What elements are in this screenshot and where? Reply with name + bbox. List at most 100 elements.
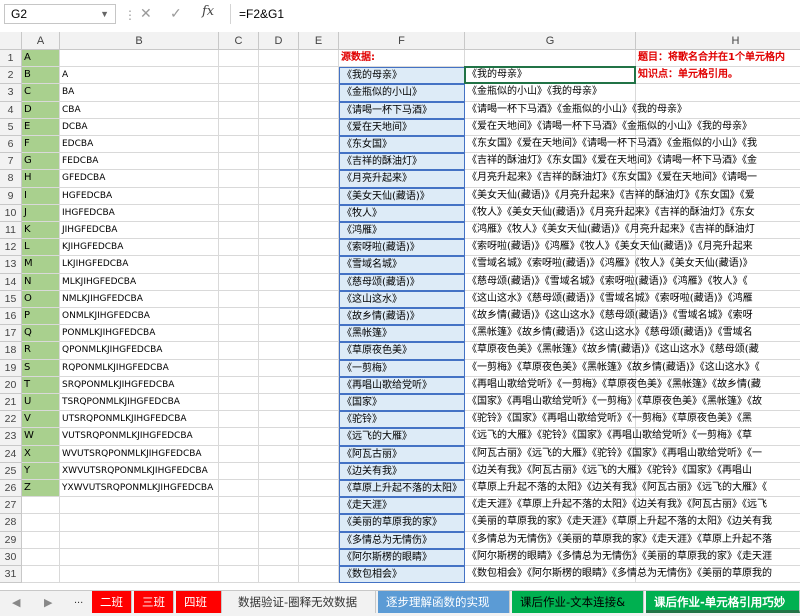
cell-e[interactable] [299, 497, 339, 515]
cell-a[interactable]: J [22, 204, 60, 222]
column-header[interactable]: A [22, 32, 60, 50]
cell-f-song[interactable]: 《金瓶似的小山》 [339, 84, 465, 102]
cell-c[interactable] [219, 514, 259, 532]
cell-f-song[interactable]: 《慈母颂(藏语)》 [339, 273, 465, 291]
sheet-tab[interactable]: 课后作业-文本连接& [512, 591, 644, 613]
row-header[interactable]: 1 [0, 50, 22, 68]
cell-g-concat[interactable]: 《多情总为无情伤》《美丽的草原我的家》《走天涯》《草原上升起不落 [465, 531, 772, 549]
row-header[interactable]: 30 [0, 548, 22, 566]
cell-e[interactable] [299, 548, 339, 566]
cell-f-song[interactable]: 《草原夜色美》 [339, 342, 465, 360]
cell-g-concat[interactable]: 《草原夜色美》《黑帐篷》《故乡情(藏语)》《这山这水》《慈母颂(藏 [465, 342, 759, 360]
cell-d[interactable] [259, 153, 299, 171]
cell-f-song[interactable]: 《爱在天地间》 [339, 118, 465, 136]
row-header[interactable]: 7 [0, 153, 22, 171]
sheet-tab[interactable]: 四班 [176, 591, 222, 613]
cell-a[interactable]: B [22, 67, 60, 85]
cell-c[interactable] [219, 342, 259, 360]
cell-f-song[interactable]: 《我的母亲》 [339, 67, 465, 85]
cell-g-concat[interactable]: 《黑帐篷》《故乡情(藏语)》《这山这水》《慈母颂(藏语)》《雪域名 [465, 325, 753, 343]
cell-b[interactable]: DCBA [60, 118, 219, 136]
row-header[interactable]: 10 [0, 204, 22, 222]
row-header[interactable]: 20 [0, 376, 22, 394]
row-header[interactable]: 22 [0, 411, 22, 429]
cell-g-concat[interactable]: 《走天涯》《草原上升起不落的太阳》《边关有我》《阿瓦古丽》《远飞 [465, 497, 767, 515]
cell-b[interactable]: BA [60, 84, 219, 102]
cell-d[interactable] [259, 548, 299, 566]
cell-c[interactable] [219, 480, 259, 498]
cell-g-concat[interactable] [465, 50, 636, 68]
cell-d[interactable] [259, 480, 299, 498]
cell-g-concat[interactable]: 《美丽的草原我的家》《走天涯》《草原上升起不落的太阳》《边关有我 [465, 514, 772, 532]
cell-e[interactable] [299, 428, 339, 446]
cell-d[interactable] [259, 204, 299, 222]
row-header[interactable]: 24 [0, 445, 22, 463]
cell-b[interactable]: EDCBA [60, 136, 219, 154]
row-header[interactable]: 25 [0, 462, 22, 480]
cell-c[interactable] [219, 531, 259, 549]
cell-b[interactable]: IHGFEDCBA [60, 204, 219, 222]
cell-f-song[interactable]: 《美丽的草原我的家》 [339, 514, 465, 532]
cell-e[interactable] [299, 136, 339, 154]
cell-g-concat[interactable]: 《月亮升起来》《吉祥的酥油灯》《东女国》《爱在天地间》《请喝一 [465, 170, 757, 188]
cell-a[interactable] [22, 531, 60, 549]
cell-g-concat[interactable]: 《东女国》《爱在天地间》《请喝一杯下马酒》《金瓶似的小山》《我 [465, 136, 757, 154]
cell-c[interactable] [219, 445, 259, 463]
more-sheets-ellipsis[interactable]: ... [74, 594, 83, 606]
cell-e[interactable] [299, 531, 339, 549]
column-header[interactable]: B [60, 32, 219, 50]
cell-b[interactable]: TSRQPONMLKJIHGFEDCBA [60, 394, 219, 412]
select-all-corner[interactable] [0, 32, 22, 50]
cell-d[interactable] [259, 428, 299, 446]
cell-c[interactable] [219, 118, 259, 136]
cell-a[interactable]: U [22, 394, 60, 412]
cell-b[interactable]: QPONMLKJIHGFEDCBA [60, 342, 219, 360]
cell-a[interactable]: E [22, 118, 60, 136]
column-header[interactable]: G [465, 32, 636, 50]
cell-b[interactable]: PONMLKJIHGFEDCBA [60, 325, 219, 343]
row-header[interactable]: 2 [0, 67, 22, 85]
cell-c[interactable] [219, 273, 259, 291]
cell-c[interactable] [219, 101, 259, 119]
cell-g-concat[interactable]: 《驼铃》《国家》《再唱山歌给党听》《一剪梅》《草原夜色美》《黑 [465, 411, 752, 429]
scroll-right-icon[interactable]: ▶ [44, 596, 52, 609]
formula-input[interactable]: =F2&G1 [230, 4, 796, 24]
cell-g-concat[interactable]: 《再唱山歌给党听》《一剪梅》《草原夜色美》《黑帐篷》《故乡情(藏 [465, 376, 761, 394]
cell-e[interactable] [299, 462, 339, 480]
cell-b[interactable]: GFEDCBA [60, 170, 219, 188]
cell-g-concat[interactable]: 《吉祥的酥油灯》《东女国》《爱在天地间》《请喝一杯下马酒》《金 [465, 153, 757, 171]
insert-function-icon[interactable]: fx [202, 4, 214, 19]
column-header[interactable]: H [636, 32, 800, 50]
cell-e[interactable] [299, 118, 339, 136]
cell-a[interactable]: Q [22, 325, 60, 343]
cell-a[interactable] [22, 548, 60, 566]
cell-f-song[interactable]: 《黑帐篷》 [339, 325, 465, 343]
cell-e[interactable] [299, 222, 339, 240]
row-header[interactable]: 29 [0, 531, 22, 549]
cell-d[interactable] [259, 67, 299, 85]
cell-a[interactable]: H [22, 170, 60, 188]
cancel-icon[interactable]: ✕ [140, 5, 152, 22]
cell-c[interactable] [219, 325, 259, 343]
cell-a[interactable]: N [22, 273, 60, 291]
cell-b[interactable]: SRQPONMLKJIHGFEDCBA [60, 376, 219, 394]
source-data-label[interactable]: 源数据: [339, 50, 465, 68]
cell-f-song[interactable]: 《鸿雁》 [339, 222, 465, 240]
cell-b[interactable] [60, 50, 219, 68]
cell-c[interactable] [219, 462, 259, 480]
cell-d[interactable] [259, 514, 299, 532]
cell-a[interactable]: M [22, 256, 60, 274]
cell-g-concat[interactable]: 《雪域名城》《索呀啦(藏语)》《鸿雁》《牧人》《美女天仙(藏语)》 [465, 256, 753, 274]
cell-a[interactable]: V [22, 411, 60, 429]
cell-d[interactable] [259, 308, 299, 326]
cell-f-song[interactable]: 《一剪梅》 [339, 359, 465, 377]
cell-e[interactable] [299, 273, 339, 291]
cell-b[interactable] [60, 548, 219, 566]
cell-f-song[interactable]: 《驼铃》 [339, 411, 465, 429]
cell-c[interactable] [219, 136, 259, 154]
cell-c[interactable] [219, 308, 259, 326]
row-header[interactable]: 5 [0, 118, 22, 136]
column-header[interactable]: C [219, 32, 259, 50]
cell-d[interactable] [259, 290, 299, 308]
cell-c[interactable] [219, 204, 259, 222]
